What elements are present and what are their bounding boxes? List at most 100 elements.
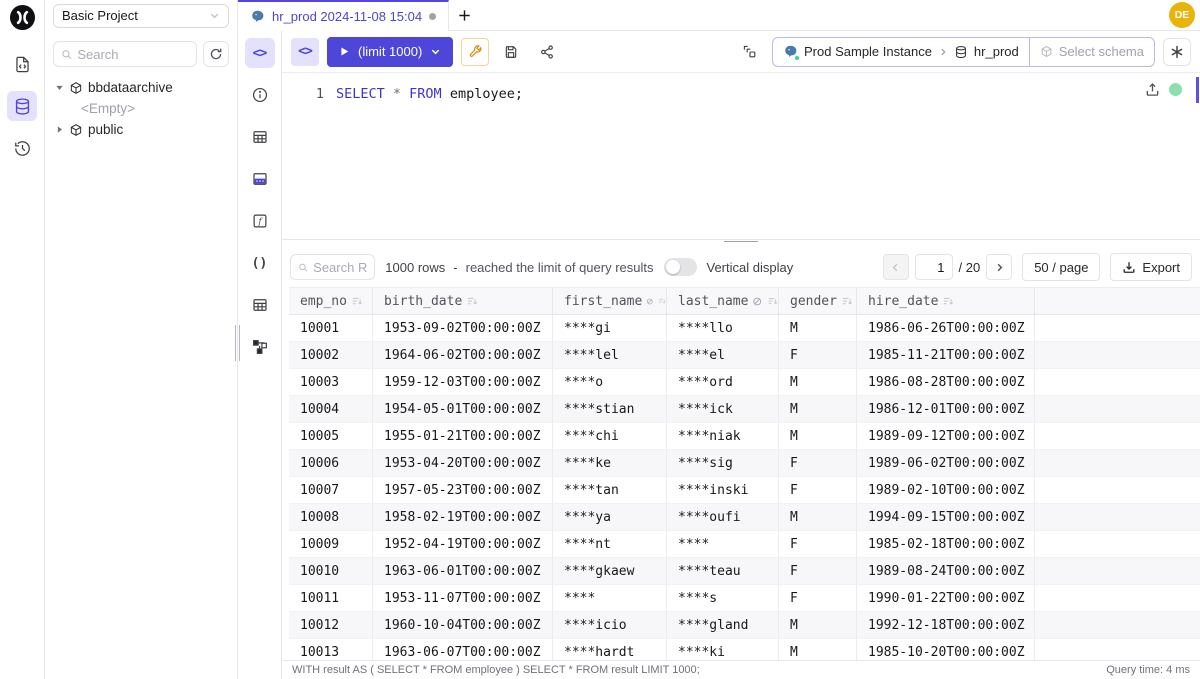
next-page-button[interactable]: [986, 254, 1012, 280]
worksheet-nav-icon[interactable]: [7, 49, 37, 79]
share-button[interactable]: [533, 38, 561, 66]
page-number-input[interactable]: [915, 254, 953, 280]
info-icon[interactable]: [245, 80, 275, 110]
save-button[interactable]: [497, 38, 525, 66]
table-cell[interactable]: 1986-06-26T00:00:00Z: [857, 315, 1035, 341]
table-cell[interactable]: ****hardt: [553, 639, 667, 660]
column-header-emp_no[interactable]: emp_no: [289, 288, 373, 314]
table-cell[interactable]: F: [779, 450, 857, 476]
table-cell[interactable]: 10003: [289, 369, 373, 395]
panel-resize-handle-vertical[interactable]: [235, 325, 240, 361]
panel-resize-handle-horizontal[interactable]: [282, 239, 1200, 247]
refresh-button[interactable]: [203, 41, 229, 67]
table-cell[interactable]: 1986-12-01T00:00:00Z: [857, 396, 1035, 422]
schema-selector[interactable]: Select schema: [1029, 38, 1154, 66]
table-cell[interactable]: F: [779, 585, 857, 611]
column-header-gender[interactable]: gender: [779, 288, 857, 314]
database-nav-icon[interactable]: [7, 91, 37, 121]
table-cell[interactable]: ****tan: [553, 477, 667, 503]
table-row[interactable]: 100021964-06-02T00:00:00Z****lel****elF1…: [289, 342, 1200, 369]
table-cell[interactable]: 1986-08-28T00:00:00Z: [857, 369, 1035, 395]
table-cell[interactable]: ****chi: [553, 423, 667, 449]
export-button[interactable]: Export: [1110, 253, 1192, 281]
sql-editor[interactable]: 1 SELECT * FROM employee;: [282, 72, 1200, 239]
table-cell[interactable]: 1989-06-02T00:00:00Z: [857, 450, 1035, 476]
table-cell[interactable]: 1959-12-03T00:00:00Z: [373, 369, 553, 395]
table-cell[interactable]: M: [779, 639, 857, 660]
table-row[interactable]: 100051955-01-21T00:00:00Z****chi****niak…: [289, 423, 1200, 450]
table-cell[interactable]: 10008: [289, 504, 373, 530]
table-cell[interactable]: 1954-05-01T00:00:00Z: [373, 396, 553, 422]
tables-icon[interactable]: [245, 122, 275, 152]
table-cell[interactable]: 1952-04-19T00:00:00Z: [373, 531, 553, 557]
table-cell[interactable]: 10012: [289, 612, 373, 638]
table-cell[interactable]: ****gi: [553, 315, 667, 341]
table-cell[interactable]: 10007: [289, 477, 373, 503]
user-avatar[interactable]: DE: [1169, 2, 1195, 28]
column-header-hire_date[interactable]: hire_date: [857, 288, 1035, 314]
table-cell[interactable]: ****: [553, 585, 667, 611]
table-cell[interactable]: 1985-10-20T00:00:00Z: [857, 639, 1035, 660]
table-cell[interactable]: 10011: [289, 585, 373, 611]
table-cell[interactable]: M: [779, 369, 857, 395]
table-cell[interactable]: 10009: [289, 531, 373, 557]
schema-diagram-icon[interactable]: [245, 332, 275, 362]
table-cell[interactable]: ****o: [553, 369, 667, 395]
table-cell[interactable]: F: [779, 342, 857, 368]
table-cell[interactable]: ****ki: [667, 639, 779, 660]
table-cell[interactable]: 1985-11-21T00:00:00Z: [857, 342, 1035, 368]
table-cell[interactable]: 10001: [289, 315, 373, 341]
tab-hr-prod[interactable]: hr_prod 2024-11-08 15:04: [238, 0, 449, 31]
table-row[interactable]: 100121960-10-04T00:00:00Z****icio****gla…: [289, 612, 1200, 639]
table-cell[interactable]: ****ord: [667, 369, 779, 395]
table-cell[interactable]: 1953-04-20T00:00:00Z: [373, 450, 553, 476]
table-row[interactable]: 100041954-05-01T00:00:00Z****stian****ic…: [289, 396, 1200, 423]
table-cell[interactable]: 1989-02-10T00:00:00Z: [857, 477, 1035, 503]
table-cell[interactable]: ****nt: [553, 531, 667, 557]
table-cell[interactable]: ****ya: [553, 504, 667, 530]
table-cell[interactable]: 1960-10-04T00:00:00Z: [373, 612, 553, 638]
page-size-select[interactable]: 50 / page: [1022, 253, 1100, 281]
table-cell[interactable]: 1953-09-02T00:00:00Z: [373, 315, 553, 341]
code-view-button[interactable]: <>: [291, 38, 319, 66]
table-cell[interactable]: 10004: [289, 396, 373, 422]
table-cell[interactable]: ****icio: [553, 612, 667, 638]
table-cell[interactable]: M: [779, 315, 857, 341]
table-cell[interactable]: ****oufi: [667, 504, 779, 530]
ai-assistant-button[interactable]: [1163, 38, 1191, 66]
table-cell[interactable]: ****gkaew: [553, 558, 667, 584]
table-cell[interactable]: 1963-06-07T00:00:00Z: [373, 639, 553, 660]
upload-icon[interactable]: [1145, 82, 1160, 97]
column-header-first_name[interactable]: first_name: [553, 288, 667, 314]
table-row[interactable]: 100031959-12-03T00:00:00Z****o****ordM19…: [289, 369, 1200, 396]
table-cell[interactable]: ****sig: [667, 450, 779, 476]
table-cell[interactable]: 1963-06-01T00:00:00Z: [373, 558, 553, 584]
table-cell[interactable]: ****stian: [553, 396, 667, 422]
table-cell[interactable]: 1955-01-21T00:00:00Z: [373, 423, 553, 449]
table-cell[interactable]: M: [779, 396, 857, 422]
table-row[interactable]: 100081958-02-19T00:00:00Z****ya****oufiM…: [289, 504, 1200, 531]
table-cell[interactable]: 10005: [289, 423, 373, 449]
connection-selector[interactable]: Prod Sample Instance hr_prod: [773, 38, 1029, 66]
table-cell[interactable]: 1953-11-07T00:00:00Z: [373, 585, 553, 611]
functions-icon[interactable]: f: [245, 206, 275, 236]
prev-page-button[interactable]: [883, 254, 909, 280]
table-row[interactable]: 100011953-09-02T00:00:00Z****gi****lloM1…: [289, 315, 1200, 342]
table-row[interactable]: 100111953-11-07T00:00:00Z********sF1990-…: [289, 585, 1200, 612]
table-cell[interactable]: F: [779, 558, 857, 584]
table-cell[interactable]: 1985-02-18T00:00:00Z: [857, 531, 1035, 557]
table-row[interactable]: 100091952-04-19T00:00:00Z****nt****F1985…: [289, 531, 1200, 558]
table-cell[interactable]: 10010: [289, 558, 373, 584]
column-header-last_name[interactable]: last_name: [667, 288, 779, 314]
table-cell[interactable]: 1992-12-18T00:00:00Z: [857, 612, 1035, 638]
table-row[interactable]: 100101963-06-01T00:00:00Z****gkaew****te…: [289, 558, 1200, 585]
table-cell[interactable]: 1964-06-02T00:00:00Z: [373, 342, 553, 368]
table-cell[interactable]: 1989-09-12T00:00:00Z: [857, 423, 1035, 449]
table-cell[interactable]: 1957-05-23T00:00:00Z: [373, 477, 553, 503]
table-cell[interactable]: ****gland: [667, 612, 779, 638]
table-row[interactable]: 100061953-04-20T00:00:00Z****ke****sigF1…: [289, 450, 1200, 477]
table-cell[interactable]: ****ick: [667, 396, 779, 422]
table-cell[interactable]: M: [779, 612, 857, 638]
tree-search-input[interactable]: [77, 47, 189, 62]
column-header-birth_date[interactable]: birth_date: [373, 288, 553, 314]
